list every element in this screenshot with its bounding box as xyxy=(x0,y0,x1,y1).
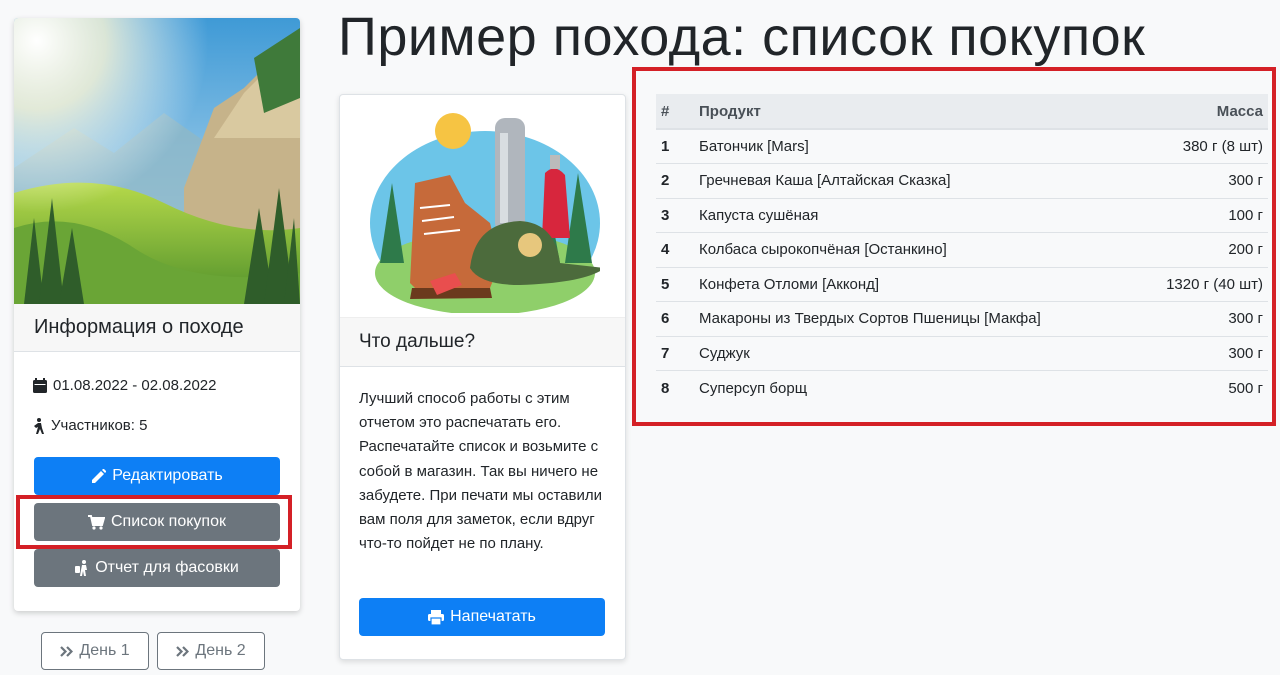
double-chevron-right-icon xyxy=(176,645,190,657)
row-mass: 1320 г (40 шт) xyxy=(1134,266,1268,302)
row-mass: 500 г xyxy=(1134,370,1268,405)
row-product: Конфета Отломи [Акконд] xyxy=(694,266,1135,302)
person-luggage-icon xyxy=(75,560,89,576)
day-2-label: День 2 xyxy=(195,642,246,659)
trip-participants: Участников: 5 xyxy=(33,417,147,434)
row-product: Капуста сушёная xyxy=(694,197,1135,233)
edit-button[interactable]: Редактировать xyxy=(34,457,280,495)
whats-next-card: Что дальше? Лучший способ работы с этим … xyxy=(339,94,626,660)
column-header-product: Продукт xyxy=(694,94,1135,130)
day-2-button[interactable]: День 2 xyxy=(157,632,265,670)
row-mass: 300 г xyxy=(1134,301,1268,336)
table-row: 8 Суперсуп борщ 500 г xyxy=(656,370,1268,405)
participants-text: Участников: 5 xyxy=(51,417,148,434)
whats-next-heading: Что дальше? xyxy=(340,317,625,367)
day-1-button[interactable]: День 1 xyxy=(41,632,149,670)
row-product: Гречневая Каша [Алтайская Сказка] xyxy=(694,163,1135,198)
shopping-list-button-label: Список покупок xyxy=(111,513,226,530)
shopping-list-button[interactable]: Список покупок xyxy=(34,503,280,541)
edit-button-label: Редактировать xyxy=(112,467,223,484)
row-number: 5 xyxy=(656,266,694,302)
table-row: 7 Суджук 300 г xyxy=(656,335,1268,371)
print-button[interactable]: Напечатать xyxy=(359,598,605,636)
row-mass: 100 г xyxy=(1134,197,1268,233)
pencil-icon xyxy=(91,468,107,484)
row-number: 8 xyxy=(656,370,694,405)
table-row: 1 Батончик [Mars] 380 г (8 шт) xyxy=(656,128,1268,164)
table-row: 5 Конфета Отломи [Акконд] 1320 г (40 шт) xyxy=(656,266,1268,302)
table-row: 4 Колбаса сырокопчёная [Останкино] 200 г xyxy=(656,232,1268,267)
packing-report-button[interactable]: Отчет для фасовки xyxy=(34,549,280,587)
trip-dates: 01.08.2022 - 02.08.2022 xyxy=(33,377,216,394)
row-mass: 300 г xyxy=(1134,163,1268,198)
row-number: 6 xyxy=(656,301,694,336)
row-number: 4 xyxy=(656,232,694,267)
page-title: Пример похода: список покупок xyxy=(338,7,1146,67)
table-header-row: # Продукт Масса xyxy=(656,94,1268,130)
cart-icon xyxy=(88,514,105,530)
printer-icon xyxy=(428,609,445,625)
shopping-list-table: # Продукт Масса 1 Батончик [Mars] 380 г (8… xyxy=(656,94,1268,405)
day-1-label: День 1 xyxy=(79,642,130,659)
row-product: Суперсуп борщ xyxy=(694,370,1135,405)
hiker-icon xyxy=(33,417,45,434)
hiking-gear-illustration xyxy=(370,113,600,313)
row-number: 7 xyxy=(656,335,694,371)
table-row: 2 Гречневая Каша [Алтайская Сказка] 300 г xyxy=(656,163,1268,198)
calendar-icon xyxy=(33,378,47,393)
packing-report-button-label: Отчет для фасовки xyxy=(95,559,239,576)
row-mass: 380 г (8 шт) xyxy=(1134,128,1268,164)
row-number: 3 xyxy=(656,197,694,233)
print-button-label: Напечатать xyxy=(450,608,536,625)
row-product: Батончик [Mars] xyxy=(694,128,1135,164)
row-product: Суджук xyxy=(694,335,1135,371)
row-mass: 200 г xyxy=(1134,232,1268,267)
trip-info-heading: Информация о походе xyxy=(14,304,300,352)
column-header-number: # xyxy=(656,94,694,130)
row-number: 2 xyxy=(656,163,694,198)
row-product: Колбаса сырокопчёная [Останкино] xyxy=(694,232,1135,267)
row-number: 1 xyxy=(656,128,694,164)
whats-next-text: Лучший способ работы с этим отчетом это … xyxy=(359,390,602,553)
row-product: Макароны из Твердых Сортов Пшеницы [Макф… xyxy=(694,301,1135,336)
table-row: 3 Капуста сушёная 100 г xyxy=(656,197,1268,233)
mountain-landscape-image xyxy=(14,18,300,304)
table-row: 6 Макароны из Твердых Сортов Пшеницы [Мак… xyxy=(656,301,1268,336)
trip-dates-text: 01.08.2022 - 02.08.2022 xyxy=(53,377,217,394)
column-header-mass: Масса xyxy=(1134,94,1268,130)
row-mass: 300 г xyxy=(1134,335,1268,371)
double-chevron-right-icon xyxy=(60,645,74,657)
